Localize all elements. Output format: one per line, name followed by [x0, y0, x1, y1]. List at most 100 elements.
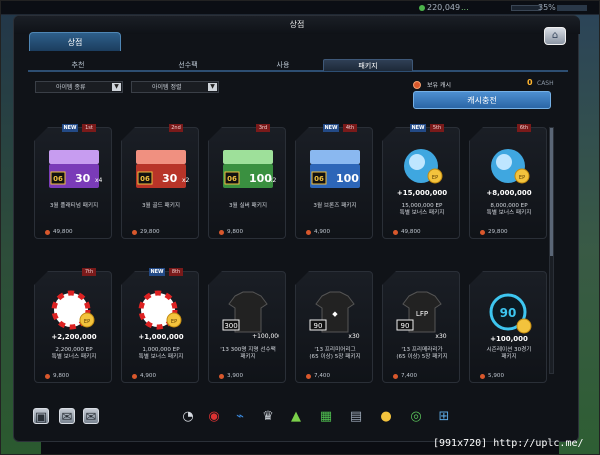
product-image: 06 100	[304, 142, 366, 200]
svg-text:06: 06	[140, 175, 150, 183]
product-card[interactable]: 90 +100,000 시즌레이션 30경기 패키지 5,900	[469, 271, 547, 383]
svg-text:+2,200,000: +2,200,000	[51, 333, 96, 341]
product-price: 9,800	[53, 373, 70, 379]
rank-badge: 5th	[430, 124, 444, 132]
mail-icon[interactable]: ✉	[83, 408, 99, 425]
cash-coin-icon	[219, 374, 224, 379]
club-icon[interactable]: ◎	[407, 408, 425, 426]
tab-use[interactable]: 사용	[253, 59, 313, 71]
product-name: 3월 골드 패키지	[142, 203, 180, 209]
cash-unit: CASH	[537, 80, 554, 87]
product-name: 3월 브론즈 패키지	[313, 203, 357, 209]
rank-badge: 8th	[169, 268, 183, 276]
product-card[interactable]: 06 30 x2 3월 골드 패키지 29,800	[121, 127, 199, 239]
tab-recommended[interactable]: 추천	[48, 59, 108, 71]
product-card[interactable]: 06 100 3월 브론즈 패키지 4,900	[295, 127, 373, 239]
scrollbar[interactable]	[549, 127, 554, 374]
product-price: 49,800	[53, 229, 73, 235]
product-card[interactable]: 300 +100,000 '13 300명 지명 선수팩 패키지 3,900	[208, 271, 286, 383]
product-image: 300 +100,000	[217, 286, 282, 344]
rank-badge: 4th	[343, 124, 357, 132]
cash-coin-icon	[132, 230, 137, 235]
product-image: EP +1,000,000	[130, 286, 192, 344]
ball-icon[interactable]: ◉	[205, 408, 223, 426]
product-price: 29,800	[140, 229, 160, 235]
product-name: 3월 플래티넘 패키지	[49, 203, 99, 209]
chat-icon[interactable]: ✉	[59, 408, 75, 425]
home-button[interactable]: ⌂	[544, 27, 566, 45]
svg-text:EP: EP	[519, 175, 525, 181]
rank-badge: 1st	[82, 124, 96, 132]
product-card[interactable]: EP +2,200,000 2,200,000 EP 특별 보너스 패키지 9,8…	[34, 271, 112, 383]
product-card[interactable]: 06 100 x2 3월 실버 패키지 9,800	[208, 127, 286, 239]
cash-value: 0	[527, 78, 533, 87]
new-badge: NEW	[149, 268, 165, 276]
book-icon[interactable]: ▤	[347, 408, 365, 426]
item-type-select[interactable]: 아이템 종류 ▼	[35, 81, 123, 93]
ep-balance: 220,049	[419, 3, 460, 12]
product-price: 4,900	[314, 229, 331, 235]
svg-text:90: 90	[314, 322, 323, 330]
trophy-icon[interactable]: ♛	[259, 408, 277, 426]
product-image: 90 +100,000	[478, 286, 540, 344]
cart-icon[interactable]: ⊞	[435, 408, 453, 426]
cone-icon[interactable]: ▲	[287, 408, 305, 426]
product-image: 06 30 x4	[43, 142, 105, 200]
svg-text:EP: EP	[432, 175, 438, 181]
product-name: 15,000,000 EP 특별 보너스 패키지	[399, 203, 445, 216]
svg-text:06: 06	[53, 175, 63, 183]
chevron-down-icon: ▼	[112, 83, 121, 91]
level-bar	[511, 5, 541, 11]
ep-icon	[419, 5, 425, 11]
whistle-icon[interactable]: ◔	[179, 408, 197, 426]
rank-badge: 6th	[517, 124, 531, 132]
pitch-icon[interactable]: ▦	[317, 408, 335, 426]
product-price: 7,400	[401, 373, 418, 379]
cash-coin-icon	[393, 230, 398, 235]
new-badge: NEW	[410, 124, 426, 132]
cash-coin-icon	[480, 230, 485, 235]
product-name: 1,000,000 EP 특별 보너스 패키지	[138, 347, 184, 360]
product-card[interactable]: EP +1,000,000 1,000,000 EP 특별 보너스 패키지 4,9…	[121, 271, 199, 383]
home-icon: ⌂	[551, 30, 559, 41]
boot-icon[interactable]: ⌁	[231, 408, 249, 426]
item-sort-select[interactable]: 아이템 정렬 ▼	[131, 81, 219, 93]
svg-text:x30: x30	[435, 333, 446, 340]
product-price: 9,800	[227, 229, 244, 235]
status-bar-end	[557, 5, 587, 11]
product-card[interactable]: EP +15,000,000 15,000,000 EP 특별 보너스 패키지 4…	[382, 127, 460, 239]
svg-text:+15,000,000: +15,000,000	[397, 189, 447, 197]
product-card[interactable]: LFP 90 x30 '13 프리메라리가 (65 이상) 5장 패키지 7,40…	[382, 271, 460, 383]
svg-text:+1,000,000: +1,000,000	[138, 333, 183, 341]
tab-player-pack[interactable]: 선수팩	[158, 59, 218, 71]
svg-text:EP: EP	[171, 319, 177, 325]
cash-coin-icon	[132, 374, 137, 379]
cash-coin-icon	[45, 230, 50, 235]
bottom-toolbar: ▣ ✉ ✉ ◔ ◉ ⌁ ♛ ▲ ▦ ▤ ● ◎ ⊞	[15, 405, 555, 429]
product-price: 3,900	[227, 373, 244, 379]
product-image: 06 100 x2	[217, 142, 279, 200]
svg-text:90: 90	[500, 306, 517, 320]
cash-coin-icon	[306, 374, 311, 379]
svg-text:+8,000,000: +8,000,000	[486, 189, 531, 197]
product-price: 7,400	[314, 373, 331, 379]
coin-ep-icon[interactable]: ●	[377, 408, 395, 426]
product-card[interactable]: 06 30 x4 3월 플래티넘 패키지 49,800	[34, 127, 112, 239]
product-name: 3월 실버 패키지	[229, 203, 267, 209]
product-card[interactable]: EP +8,000,000 8,000,000 EP 특별 보너스 패키지 29,…	[469, 127, 547, 239]
product-card[interactable]: ◆ 90 x30 '13 프리미어리그 (65 이상) 5장 패키지 7,400	[295, 271, 373, 383]
product-name: 2,200,000 EP 특별 보너스 패키지	[51, 347, 97, 360]
cash-coin-icon	[480, 374, 485, 379]
svg-text:LFP: LFP	[416, 310, 428, 318]
tab-package[interactable]: 패키지	[323, 59, 413, 71]
scrollbar-thumb[interactable]	[550, 128, 553, 256]
cash-charge-button[interactable]: 캐시충전	[413, 91, 551, 109]
product-name: '13 프리메라리가 (65 이상) 5장 패키지	[396, 347, 448, 360]
game-window: 220,049 ... 35% 상점 상점 ⌂ 추천 선수팩 사용 패키지 보유…	[0, 0, 600, 455]
shop-main-tab[interactable]: 상점	[29, 32, 121, 51]
product-price: 49,800	[401, 229, 421, 235]
player-card-icon[interactable]: ▣	[33, 408, 49, 425]
rank-badge: 7th	[82, 268, 96, 276]
svg-text:◆: ◆	[332, 310, 338, 318]
svg-text:x2: x2	[269, 177, 277, 184]
